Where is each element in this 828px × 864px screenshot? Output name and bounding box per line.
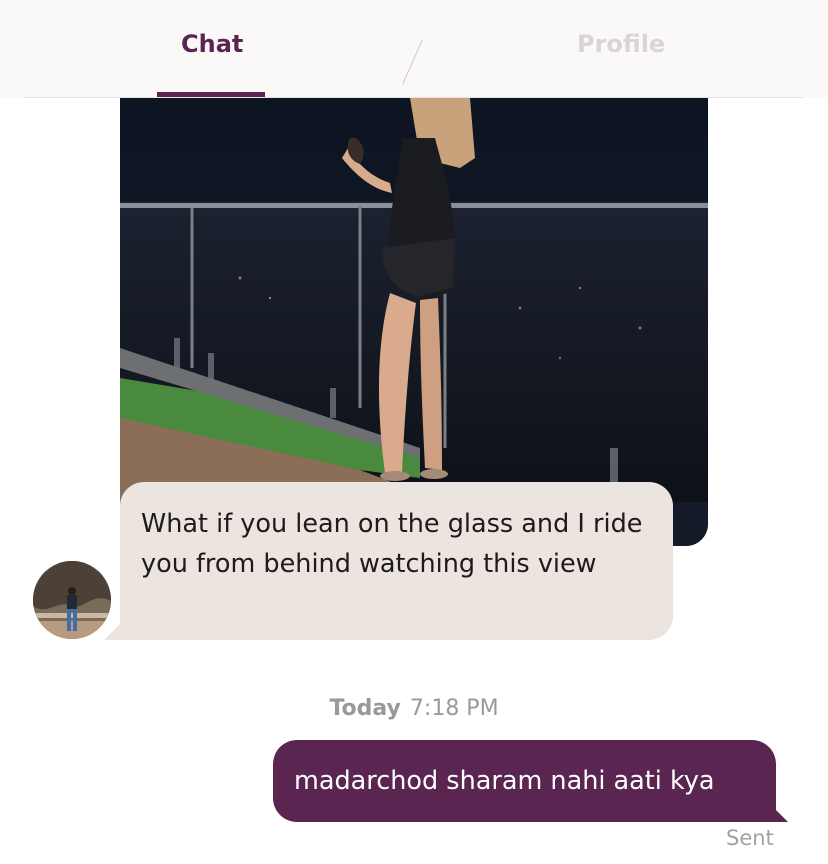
message-timestamp: Today 7:18 PM bbox=[0, 696, 828, 721]
outgoing-message-bubble: madarchod sharam nahi aati kya bbox=[273, 740, 776, 822]
tab-chat[interactable]: Chat bbox=[181, 30, 243, 58]
timestamp-day: Today bbox=[329, 696, 401, 721]
tab-divider bbox=[402, 39, 423, 85]
incoming-message-text: What if you lean on the glass and I ride… bbox=[141, 509, 643, 579]
avatar-photo bbox=[33, 561, 111, 639]
outgoing-message-text: madarchod sharam nahi aati kya bbox=[294, 766, 715, 796]
timestamp-time: 7:18 PM bbox=[409, 696, 499, 721]
incoming-message-bubble: What if you lean on the glass and I ride… bbox=[120, 482, 673, 640]
shared-photo[interactable] bbox=[120, 98, 708, 546]
outgoing-bubble-tail bbox=[766, 800, 788, 822]
night-balcony-photo bbox=[120, 98, 708, 546]
avatar[interactable] bbox=[33, 561, 111, 639]
tab-profile[interactable]: Profile bbox=[577, 30, 665, 58]
chat-screen: Chat Profile What if you lean on the gla… bbox=[0, 0, 828, 864]
tab-bar: Chat Profile bbox=[0, 0, 828, 97]
message-status: Sent bbox=[726, 826, 774, 850]
